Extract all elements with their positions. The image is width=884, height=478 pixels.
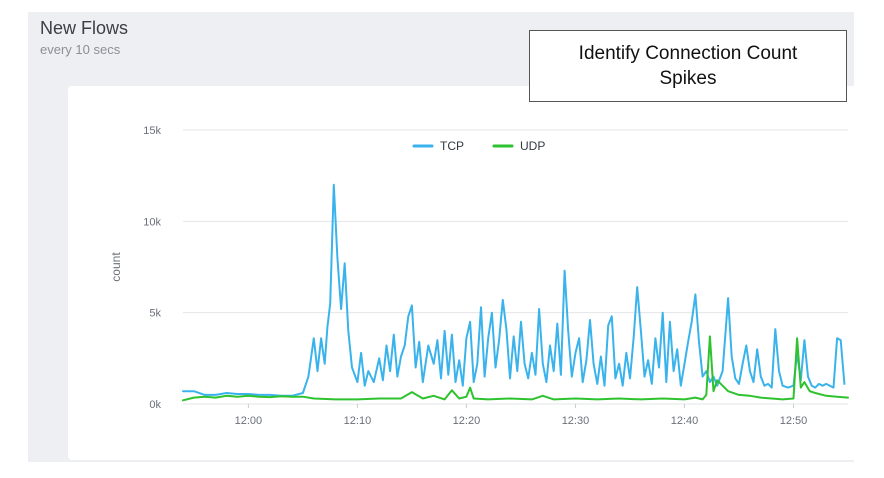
x-tick-label-0: 12:00	[235, 415, 263, 427]
y-axis-title: count	[109, 252, 123, 282]
legend-label-udp: UDP	[520, 139, 545, 153]
legend-label-tcp: TCP	[440, 139, 464, 153]
x-tick-label-5: 12:50	[780, 415, 808, 427]
series-line-tcp	[182, 183, 846, 397]
flows-line-chart: 0k 5k 10k 15k 12:00 12:10 12:20 12:30 12:40 12:50…	[109, 125, 849, 427]
panel-subtitle: every 10 secs	[40, 42, 121, 57]
y-tick-label-1: 5k	[149, 308, 161, 320]
x-tick-label-3: 12:30	[562, 415, 590, 427]
y-tick-label-0: 0k	[149, 399, 161, 411]
annotation-callout: Identify Connection Count Spikes	[529, 30, 847, 102]
x-tick-label-4: 12:40	[671, 415, 699, 427]
y-tick-label-2: 10k	[143, 216, 161, 228]
chart-card: 0k 5k 10k 15k 12:00 12:10 12:20 12:30 12:40 12:50…	[68, 86, 866, 460]
y-tick-label-3: 15k	[143, 125, 161, 137]
x-tick-label-2: 12:20	[453, 415, 481, 427]
panel-title: New Flows	[40, 18, 129, 38]
x-tick-label-1: 12:10	[344, 415, 372, 427]
